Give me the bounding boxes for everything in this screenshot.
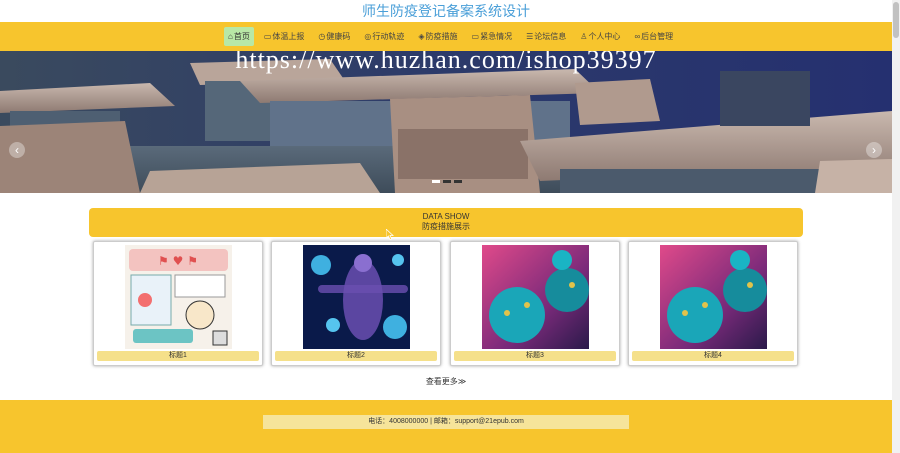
nav-item[interactable]: ▭紧急情况 (468, 27, 517, 46)
card-caption: 标题2 (275, 351, 437, 361)
poster-image: ⚑ ♥ ⚑ (125, 245, 232, 349)
nav-item-label: 后台管理 (641, 32, 674, 41)
view-more-link[interactable]: 查看更多≫ (0, 376, 892, 387)
carousel-dot[interactable] (432, 180, 440, 183)
mouse-cursor-icon (386, 229, 394, 240)
watermark-url: https://www.huzhan.com/ishop39397 (235, 51, 657, 74)
card-caption: 标题4 (632, 351, 794, 361)
view-more-label: 查看更多 (425, 377, 458, 386)
nav-item[interactable]: ◎行动轨迹 (360, 27, 408, 46)
alert-icon: ▭ (471, 32, 480, 41)
carousel-next-button[interactable]: › (866, 142, 882, 158)
carousel-indicators (432, 180, 465, 183)
nav-item-label: 首页 (233, 32, 250, 41)
clock-icon: ◷ (318, 32, 326, 41)
forum-icon: ☰ (526, 32, 534, 41)
nav-item-label: 体温上报 (272, 32, 305, 41)
nav-item[interactable]: ◈防疫措施 (414, 27, 461, 46)
nav-item-label: 个人中心 (588, 32, 621, 41)
nav-item[interactable]: ♙个人中心 (576, 27, 624, 46)
shield-icon: ◈ (418, 32, 425, 41)
section-header: DATA SHOW 防疫措施展示 (89, 208, 803, 237)
carousel-dot[interactable] (443, 180, 451, 183)
nav-item[interactable]: ∞后台管理 (630, 27, 677, 46)
card-caption: 标题3 (454, 351, 616, 361)
page-title: 师生防疫登记备案系统设计 (362, 3, 530, 19)
measure-card[interactable]: 标题4 (628, 241, 798, 366)
footer: 电话：4008000000 | 邮箱：support@21epub.com (0, 400, 892, 453)
nav-item[interactable]: ▭体温上报 (260, 27, 309, 46)
measure-card[interactable]: 标题2 (271, 241, 441, 366)
nav-item-label: 行动轨迹 (372, 32, 405, 41)
footer-contact: 电话：4008000000 | 邮箱：support@21epub.com (263, 415, 629, 429)
nav-item[interactable]: ⌂首页 (224, 27, 254, 46)
virus-image (482, 245, 589, 349)
card-caption: 标题1 (97, 351, 259, 361)
user-icon: ♙ (580, 32, 588, 41)
double-chevron-right-icon: ≫ (457, 377, 467, 386)
main-nav: ⌂首页 ▭体温上报 ◷健康码 ◎行动轨迹 ◈防疫措施 ▭紧急情况 ☰论坛信息 ♙个人中心 ∞后台… (0, 22, 892, 51)
vertical-scrollbar[interactable] (892, 0, 900, 453)
virus-body-image (303, 245, 410, 349)
section-title-en: DATA SHOW (422, 212, 470, 221)
nav-item[interactable]: ◷健康码 (314, 27, 354, 46)
svg-text:⚑ ♥ ⚑: ⚑ ♥ ⚑ (158, 254, 198, 268)
home-icon: ⌂ (228, 32, 233, 41)
carousel-prev-button[interactable]: ‹ (9, 142, 25, 158)
scrollbar-thumb[interactable] (893, 2, 899, 38)
measure-card[interactable]: 标题3 (450, 241, 620, 366)
compass-icon: ◎ (364, 32, 372, 41)
nav-item-label: 论坛信息 (534, 32, 567, 41)
virus-image (660, 245, 767, 349)
report-icon: ▭ (263, 32, 272, 41)
carousel-dot[interactable] (454, 180, 462, 183)
nav-item-label: 健康码 (326, 32, 351, 41)
link-icon: ∞ (634, 32, 641, 41)
section-title-cn: 防疫措施展示 (422, 222, 470, 231)
banner-carousel[interactable]: https://www.huzhan.com/ishop39397 ‹ › (0, 51, 892, 193)
nav-list: ⌂首页 ▭体温上报 ◷健康码 ◎行动轨迹 ◈防疫措施 ▭紧急情况 ☰论坛信息 ♙个人中心 ∞后台… (224, 27, 683, 46)
nav-item[interactable]: ☰论坛信息 (522, 27, 570, 46)
nav-item-label: 防疫措施 (425, 32, 458, 41)
nav-item-label: 紧急情况 (480, 32, 513, 41)
measure-card[interactable]: ⚑ ♥ ⚑ 标题1 (93, 241, 263, 366)
